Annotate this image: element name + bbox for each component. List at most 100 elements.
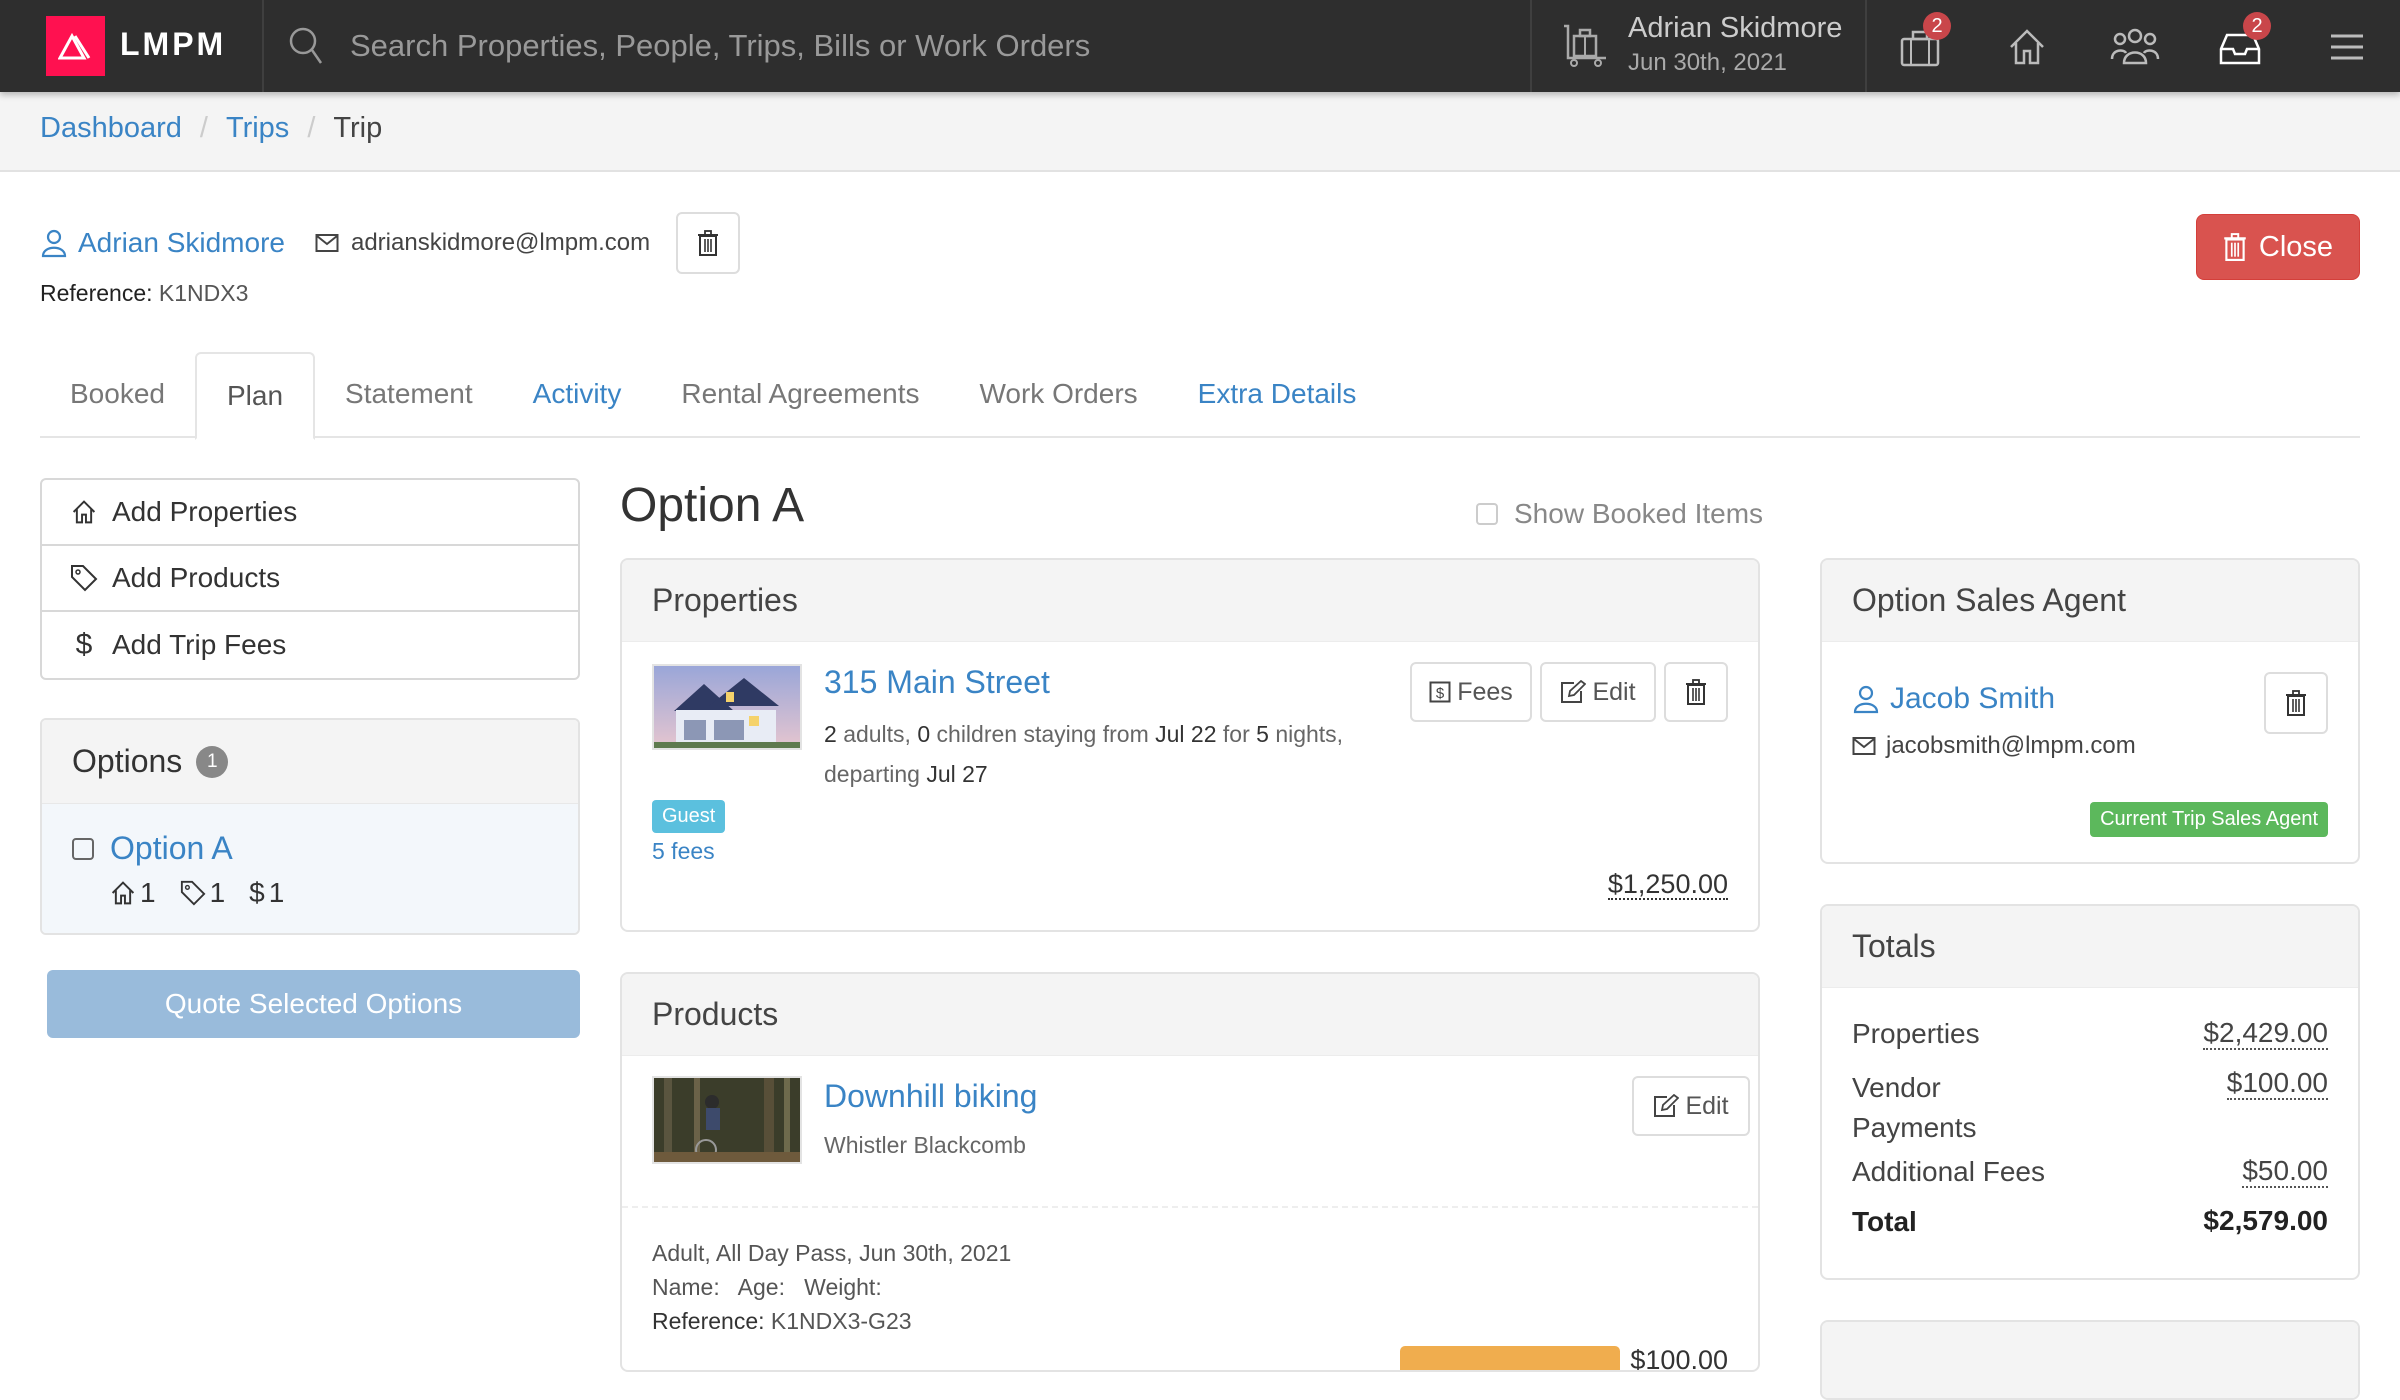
options-list: Option A 1 1 $ 1 xyxy=(42,804,578,933)
product-edit-button[interactable]: Edit xyxy=(1632,1076,1750,1136)
option-a-checkbox[interactable] xyxy=(72,837,94,860)
agent-name-link[interactable]: Jacob Smith xyxy=(1890,682,2055,716)
stay-text: departing xyxy=(824,761,920,787)
people-button[interactable] xyxy=(2110,24,2160,70)
property-price[interactable]: $1,250.00 xyxy=(1607,870,1728,900)
reference-value: K1NDX3 xyxy=(158,280,249,306)
dollar-icon: $ xyxy=(75,628,93,661)
tab-activity[interactable]: Activity xyxy=(503,352,652,438)
nights-count: 5 xyxy=(1256,721,1269,747)
close-label: Close xyxy=(2258,230,2334,263)
totals-card-title: Totals xyxy=(1822,906,2358,988)
suitcase-button[interactable]: 2 xyxy=(1895,12,1951,70)
departure-date: Jul 27 xyxy=(926,761,988,787)
stay-text: for xyxy=(1222,721,1250,747)
property-stay-details: 2 adults, 0 children staying from Jul 22… xyxy=(824,714,1384,794)
search-icon xyxy=(288,26,324,66)
property-fees-button[interactable]: $ Fees xyxy=(1410,662,1532,722)
add-products-label: Add Products xyxy=(112,562,281,593)
total-amount: $2,579.00 xyxy=(2203,1205,2328,1236)
totals-card: Totals Properties $2,429.00 Vendor Payme… xyxy=(1820,904,2360,1280)
total-label: Total xyxy=(1852,1206,1917,1237)
products-card: Products Downhill biking Whistler Blackc… xyxy=(620,972,1760,1372)
property-delete-button[interactable] xyxy=(1664,662,1728,722)
tab-work-orders[interactable]: Work Orders xyxy=(949,352,1167,438)
breadcrumb-dashboard[interactable]: Dashboard xyxy=(40,112,182,145)
option-products-count: 1 xyxy=(209,877,226,908)
close-trip-button[interactable]: Close xyxy=(2196,214,2360,280)
tab-booked[interactable]: Booked xyxy=(40,352,195,438)
dollar-square-icon: $ xyxy=(1429,681,1451,703)
properties-card: Properties 315 Main Street 2 adults, 0 c… xyxy=(620,558,1760,932)
home-icon xyxy=(2007,27,2047,67)
property-item: 315 Main Street 2 adults, 0 children sta… xyxy=(622,642,1758,930)
property-fees-link[interactable]: 5 fees xyxy=(652,838,715,865)
option-fees-count: 1 xyxy=(268,877,285,908)
tag-icon xyxy=(68,564,100,592)
property-edit-button[interactable]: Edit xyxy=(1540,662,1656,722)
agent-card-title: Option Sales Agent xyxy=(1822,560,2358,642)
trash-icon xyxy=(697,230,719,256)
user-name: Adrian Skidmore xyxy=(1628,12,1843,44)
remove-agent-button[interactable] xyxy=(2264,672,2328,734)
option-item: Option A xyxy=(72,830,548,867)
adults-count: 2 xyxy=(824,721,837,747)
home-icon xyxy=(110,880,136,906)
children-count: 0 xyxy=(917,721,931,747)
current-trip-user[interactable]: Adrian Skidmore Jun 30th, 2021 xyxy=(1560,12,1842,77)
user-icon xyxy=(40,228,68,258)
agent-body: Jacob Smith jacobsmith@lmpm.com Current … xyxy=(1822,642,2358,862)
stay-text: adults, xyxy=(843,721,911,747)
additional-card-header xyxy=(1822,1322,2358,1398)
menu-button[interactable] xyxy=(2322,24,2372,70)
breadcrumb-trips[interactable]: Trips xyxy=(226,112,289,145)
option-a-link[interactable]: Option A xyxy=(110,830,233,867)
show-booked-toggle[interactable]: Show Booked Items xyxy=(1476,498,1763,530)
logo[interactable] xyxy=(46,16,105,76)
home-button[interactable] xyxy=(2002,24,2052,70)
product-reference: Reference: K1NDX3-G23 xyxy=(652,1308,912,1335)
guest-name-link[interactable]: Adrian Skidmore xyxy=(78,227,285,259)
show-booked-checkbox[interactable] xyxy=(1476,503,1498,525)
add-trip-fees-button[interactable]: $ Add Trip Fees xyxy=(42,612,578,678)
tab-plan[interactable]: Plan xyxy=(194,352,316,440)
properties-card-title: Properties xyxy=(622,560,1758,642)
inbox-button[interactable]: 2 xyxy=(2215,12,2271,70)
envelope-icon xyxy=(315,233,339,253)
suitcase-badge: 2 xyxy=(1923,12,1951,40)
property-thumbnail[interactable] xyxy=(652,664,802,750)
option-properties-count: 1 xyxy=(140,877,156,908)
options-count-badge: 1 xyxy=(196,745,229,778)
add-properties-label: Add Properties xyxy=(112,496,298,527)
option-a-summary: 1 1 $ 1 xyxy=(110,877,548,909)
totals-amount[interactable]: $50.00 xyxy=(2242,1156,2328,1188)
totals-row-additional-fees: Additional Fees $50.00 xyxy=(1852,1156,2328,1188)
search-input[interactable] xyxy=(350,22,1500,70)
divider xyxy=(1865,0,1867,92)
totals-amount[interactable]: $2,429.00 xyxy=(2203,1018,2328,1050)
tag-icon xyxy=(180,880,206,906)
edit-label: Edit xyxy=(1592,677,1636,706)
options-panel: Options 1 Option A 1 1 $ 1 xyxy=(40,718,580,935)
tab-extra-details[interactable]: Extra Details xyxy=(1168,352,1387,438)
totals-amount[interactable]: $100.00 xyxy=(2226,1068,2328,1100)
add-products-button[interactable]: Add Products xyxy=(42,546,578,612)
totals-label: Vendor Payments xyxy=(1852,1072,1977,1143)
trash-icon xyxy=(2285,690,2307,716)
tab-statement[interactable]: Statement xyxy=(315,352,503,438)
product-title-link[interactable]: Downhill biking xyxy=(824,1078,1037,1115)
breadcrumb: Dashboard / Trips / Trip xyxy=(40,112,382,145)
product-thumbnail[interactable] xyxy=(652,1076,802,1164)
trip-guest: Adrian Skidmore adrianskidmore@lmpm.com xyxy=(40,212,741,274)
trip-reference: Reference: K1NDX3 xyxy=(40,280,248,307)
totals-label: Properties xyxy=(1852,1018,1980,1049)
reference-label: Reference: xyxy=(40,280,153,306)
menu-icon xyxy=(2329,32,2365,62)
tab-rental-agreements[interactable]: Rental Agreements xyxy=(651,352,949,438)
quote-selected-options-button[interactable]: Quote Selected Options xyxy=(47,970,580,1038)
add-properties-button[interactable]: Add Properties xyxy=(42,480,578,546)
property-title-link[interactable]: 315 Main Street xyxy=(824,664,1050,701)
products-card-title: Products xyxy=(622,974,1758,1056)
totals-row-vendor-payments: Vendor Payments $100.00 xyxy=(1852,1068,2328,1148)
delete-guest-button[interactable] xyxy=(676,212,741,274)
